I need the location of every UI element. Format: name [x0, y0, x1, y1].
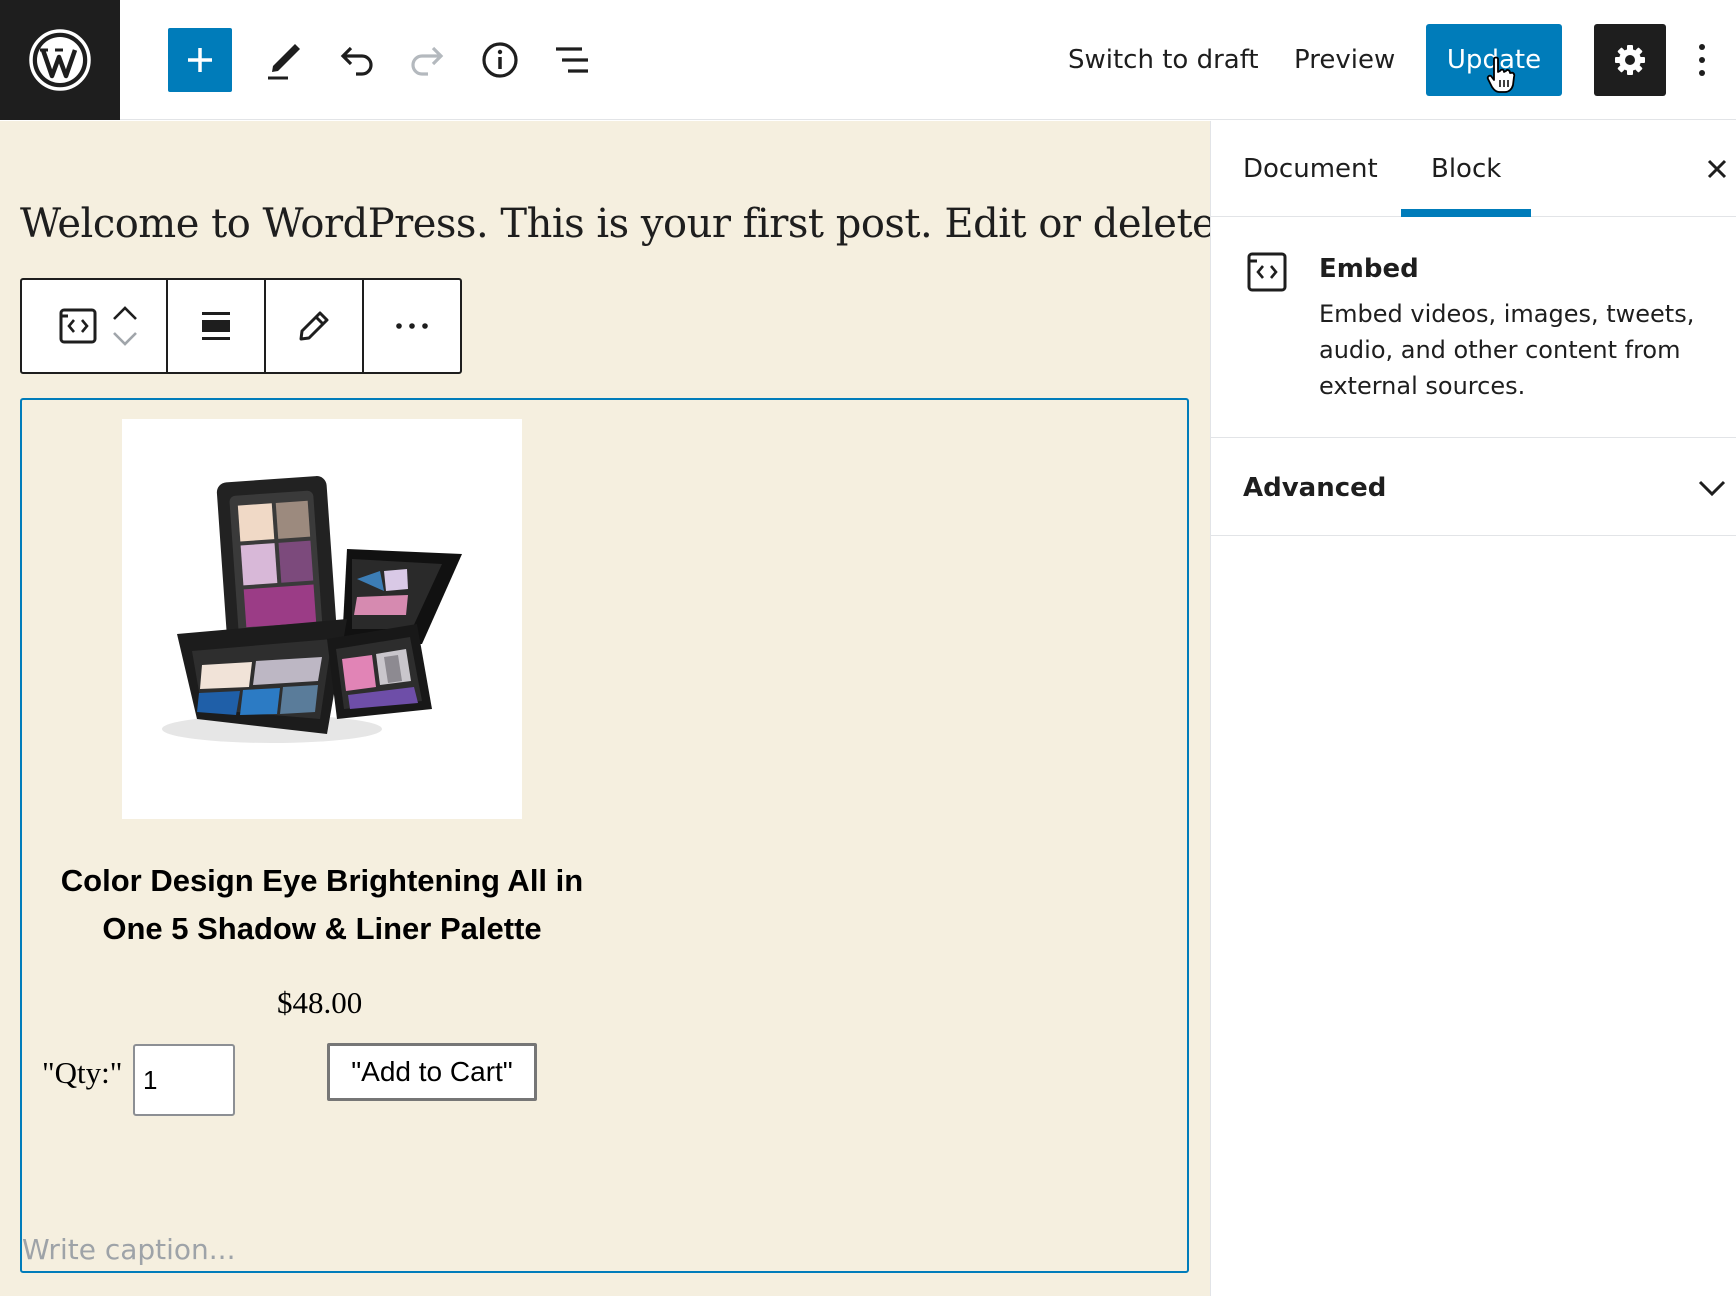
embed-icon	[1247, 252, 1287, 292]
tab-block[interactable]: Block	[1431, 121, 1501, 217]
chevron-down-icon	[1698, 480, 1726, 497]
preview-button[interactable]: Preview	[1294, 24, 1395, 96]
block-card-description: Embed videos, images, tweets, audio, and…	[1319, 300, 1695, 400]
move-up-button[interactable]	[112, 300, 138, 326]
add-block-button[interactable]	[168, 28, 232, 92]
eyeshadow-palette-image	[162, 476, 462, 743]
close-sidebar-button[interactable]	[1697, 149, 1736, 189]
block-card-title: Embed	[1319, 254, 1419, 284]
pencil-icon	[268, 44, 300, 80]
editor-header: Switch to draft Preview Update	[0, 0, 1736, 120]
tools-button[interactable]	[252, 28, 316, 92]
redo-icon	[411, 46, 444, 76]
undo-icon	[340, 46, 373, 76]
caption-input[interactable]: Write caption...	[22, 1233, 236, 1266]
block-card: Embed Embed videos, images, tweets, audi…	[1211, 218, 1736, 438]
sidebar-tabs: Document Block	[1211, 121, 1736, 217]
move-down-button[interactable]	[112, 326, 138, 352]
add-to-cart-button[interactable]: "Add to Cart"	[327, 1043, 537, 1101]
wordpress-logo-icon	[29, 29, 91, 91]
block-switcher-group	[22, 280, 168, 372]
more-tools-button[interactable]	[1686, 24, 1718, 96]
switch-to-draft-button[interactable]: Switch to draft	[1068, 24, 1259, 96]
block-type-switcher[interactable]	[50, 298, 106, 354]
edit-url-button[interactable]	[266, 280, 364, 372]
tab-document[interactable]: Document	[1243, 121, 1378, 217]
hand-cursor-icon	[1486, 56, 1516, 93]
block-toolbar	[20, 278, 462, 374]
qty-input[interactable]: 1	[133, 1044, 235, 1116]
more-vertical-icon	[1699, 44, 1705, 76]
block-navigation-button[interactable]	[540, 28, 604, 92]
pencil-icon	[299, 311, 329, 341]
product-image[interactable]	[122, 419, 522, 819]
info-icon	[482, 42, 518, 78]
product-title: Color Design Eye Brightening All in One …	[60, 863, 584, 946]
settings-sidebar: Document Block Embed Embed videos, image…	[1210, 121, 1736, 1296]
gear-icon	[1615, 45, 1645, 75]
undo-button[interactable]	[324, 28, 388, 92]
product-price: $48.00	[277, 985, 363, 1020]
content-info-button[interactable]	[468, 28, 532, 92]
advanced-panel-toggle[interactable]: Advanced	[1211, 439, 1736, 536]
wordpress-logo-button[interactable]	[0, 0, 120, 120]
embed-icon	[59, 308, 97, 344]
close-icon	[1707, 159, 1727, 179]
qty-label: "Qty:"	[42, 1055, 123, 1090]
editor-canvas: Welcome to WordPress. This is your first…	[0, 121, 1268, 1296]
advanced-panel-title: Advanced	[1243, 472, 1387, 503]
paragraph-block[interactable]: Welcome to WordPress. This is your first…	[20, 201, 1268, 247]
redo-button[interactable]	[396, 28, 460, 92]
active-tab-indicator	[1401, 209, 1531, 217]
plus-icon	[188, 48, 212, 72]
align-center-icon	[202, 312, 230, 340]
embed-block[interactable]: Color Design Eye Brightening All in One …	[20, 398, 1189, 1273]
list-view-icon	[556, 47, 588, 73]
more-horizontal-icon	[396, 323, 428, 329]
chevron-up-icon	[113, 306, 137, 320]
settings-button[interactable]	[1594, 24, 1666, 96]
more-options-button[interactable]	[364, 280, 460, 372]
change-alignment-button[interactable]	[168, 280, 266, 372]
chevron-down-icon	[113, 332, 137, 346]
